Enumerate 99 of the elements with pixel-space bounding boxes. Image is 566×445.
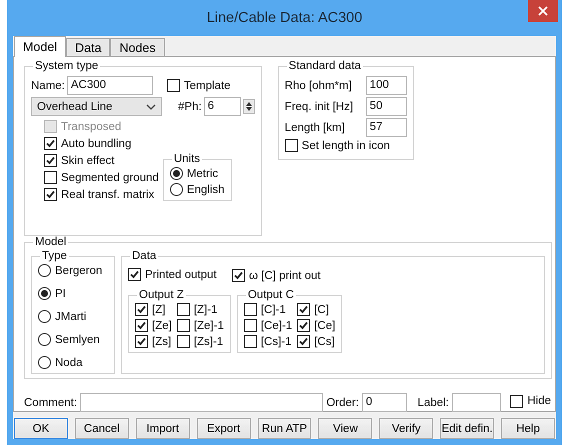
checkbox[interactable] — [244, 319, 257, 332]
input-field[interactable]: 50 — [366, 97, 407, 116]
checkbox-label: [Zs] — [152, 336, 172, 348]
checkbox-label: [Ze] — [152, 320, 172, 332]
checkbox[interactable] — [135, 335, 148, 348]
spin-buttons[interactable] — [242, 99, 255, 114]
checkbox-label: [Z] — [152, 304, 166, 316]
tab[interactable]: Nodes — [110, 38, 165, 56]
radio-button[interactable] — [38, 287, 51, 300]
input-field[interactable]: 57 — [366, 118, 407, 137]
checkbox[interactable] — [232, 269, 245, 282]
dialog-button[interactable]: Edit defin. — [440, 418, 494, 439]
checkbox[interactable] — [44, 171, 57, 184]
checkbox[interactable] — [176, 303, 190, 316]
checkbox[interactable] — [510, 394, 524, 408]
input-field[interactable]: 6 — [204, 97, 241, 116]
checkbox[interactable] — [297, 335, 310, 348]
field-label: Order: — [326, 396, 359, 408]
checkbox-label: Hide — [527, 395, 551, 407]
checkbox[interactable] — [176, 335, 190, 348]
checkbox-label: Real transf. matrix — [61, 188, 154, 200]
checkbox[interactable] — [297, 319, 310, 332]
dropdown[interactable]: Overhead Line — [31, 97, 162, 116]
checkbox-label: Skin effect — [61, 154, 114, 166]
radio-button[interactable] — [38, 310, 51, 323]
checkbox[interactable] — [44, 188, 57, 201]
radio-label: PI — [55, 288, 66, 300]
tab[interactable]: Data — [66, 38, 110, 56]
checkbox[interactable] — [44, 154, 57, 167]
group-title: Units — [172, 153, 202, 165]
dialog-button[interactable]: Verify — [379, 418, 434, 439]
radio-label: JMarti — [55, 310, 86, 322]
radio-label: Bergeron — [55, 264, 102, 276]
radio-button[interactable] — [38, 264, 51, 277]
checkbox-label: [Ce]-1 — [260, 320, 292, 332]
window-title: Line/Cable Data: AC300 — [206, 10, 362, 26]
checkbox[interactable] — [128, 268, 141, 281]
checkbox-label: [C] — [314, 304, 329, 316]
group-title: System type — [34, 60, 100, 72]
field-label: Label: — [418, 396, 449, 408]
input-field[interactable]: 0 — [362, 393, 407, 412]
input-field[interactable] — [452, 393, 502, 412]
checkbox-label: [Ce] — [314, 320, 336, 332]
checkbox[interactable] — [176, 319, 190, 332]
group-title: Type — [41, 250, 68, 262]
field-label: Comment: — [24, 396, 78, 408]
checkbox-label: Segmented ground — [61, 172, 159, 184]
checkbox-label: Auto bundling — [61, 138, 132, 150]
checkbox[interactable] — [166, 79, 180, 92]
tab[interactable]: Model — [14, 36, 66, 57]
comment-field[interactable] — [80, 393, 324, 412]
input-field[interactable]: AC300 — [66, 76, 153, 95]
dialog-button[interactable]: Export — [196, 418, 251, 439]
radio-label: Metric — [186, 168, 218, 180]
radio-button[interactable] — [38, 356, 51, 369]
radio-label: Noda — [55, 356, 82, 368]
group-title: Standard data — [288, 60, 362, 72]
group-title: Output Z — [138, 289, 185, 301]
checkbox[interactable] — [135, 303, 148, 316]
dialog-button[interactable]: Run ATP — [258, 418, 312, 439]
field-label: Length [km] — [284, 122, 345, 134]
close-icon — [538, 6, 548, 16]
checkbox[interactable] — [244, 303, 257, 316]
field-label: Name: — [31, 80, 65, 92]
checkbox-label: ω [C] print out — [249, 270, 321, 282]
radio-label: English — [186, 184, 225, 196]
field-label: Rho [ohm*m] — [284, 80, 352, 92]
checkbox[interactable] — [244, 335, 257, 348]
group-title: Data — [131, 250, 158, 262]
checkbox-label: [Z]-1 — [194, 304, 218, 316]
radio-button[interactable] — [170, 167, 183, 180]
chevron-icon — [146, 104, 156, 110]
close-button[interactable] — [528, 0, 558, 22]
checkbox-label: Transposed — [61, 120, 122, 132]
checkbox-label: Set length in icon — [302, 140, 390, 152]
checkbox[interactable] — [135, 319, 148, 332]
checkbox[interactable] — [284, 139, 298, 152]
group-title: Model — [34, 236, 68, 248]
checkbox-label: [Cs] — [314, 336, 335, 348]
checkbox-label: [Cs]-1 — [260, 336, 292, 348]
dialog-button[interactable]: View — [318, 418, 372, 439]
radio-button[interactable] — [38, 333, 51, 346]
field-label: #Ph: — [178, 100, 202, 112]
checkbox-label: [Zs]-1 — [194, 336, 224, 348]
dialog-button[interactable]: Help — [501, 418, 556, 439]
checkbox-label: [Ze]-1 — [194, 320, 224, 332]
group-title: Output C — [246, 289, 295, 301]
checkbox-label: Template — [184, 80, 231, 92]
dialog-button[interactable]: Import — [136, 418, 190, 439]
dialog-button[interactable]: Cancel — [74, 418, 129, 439]
checkbox-label: Printed output — [145, 268, 217, 280]
input-field[interactable]: 100 — [366, 76, 407, 95]
checkbox-label: [C]-1 — [260, 304, 286, 316]
checkbox[interactable] — [297, 303, 310, 316]
dialog-button[interactable]: OK — [14, 418, 68, 439]
radio-label: Semlyen — [55, 334, 100, 346]
radio-button[interactable] — [170, 183, 183, 196]
field-label: Freq. init [Hz] — [284, 100, 354, 112]
checkbox[interactable] — [44, 137, 57, 150]
